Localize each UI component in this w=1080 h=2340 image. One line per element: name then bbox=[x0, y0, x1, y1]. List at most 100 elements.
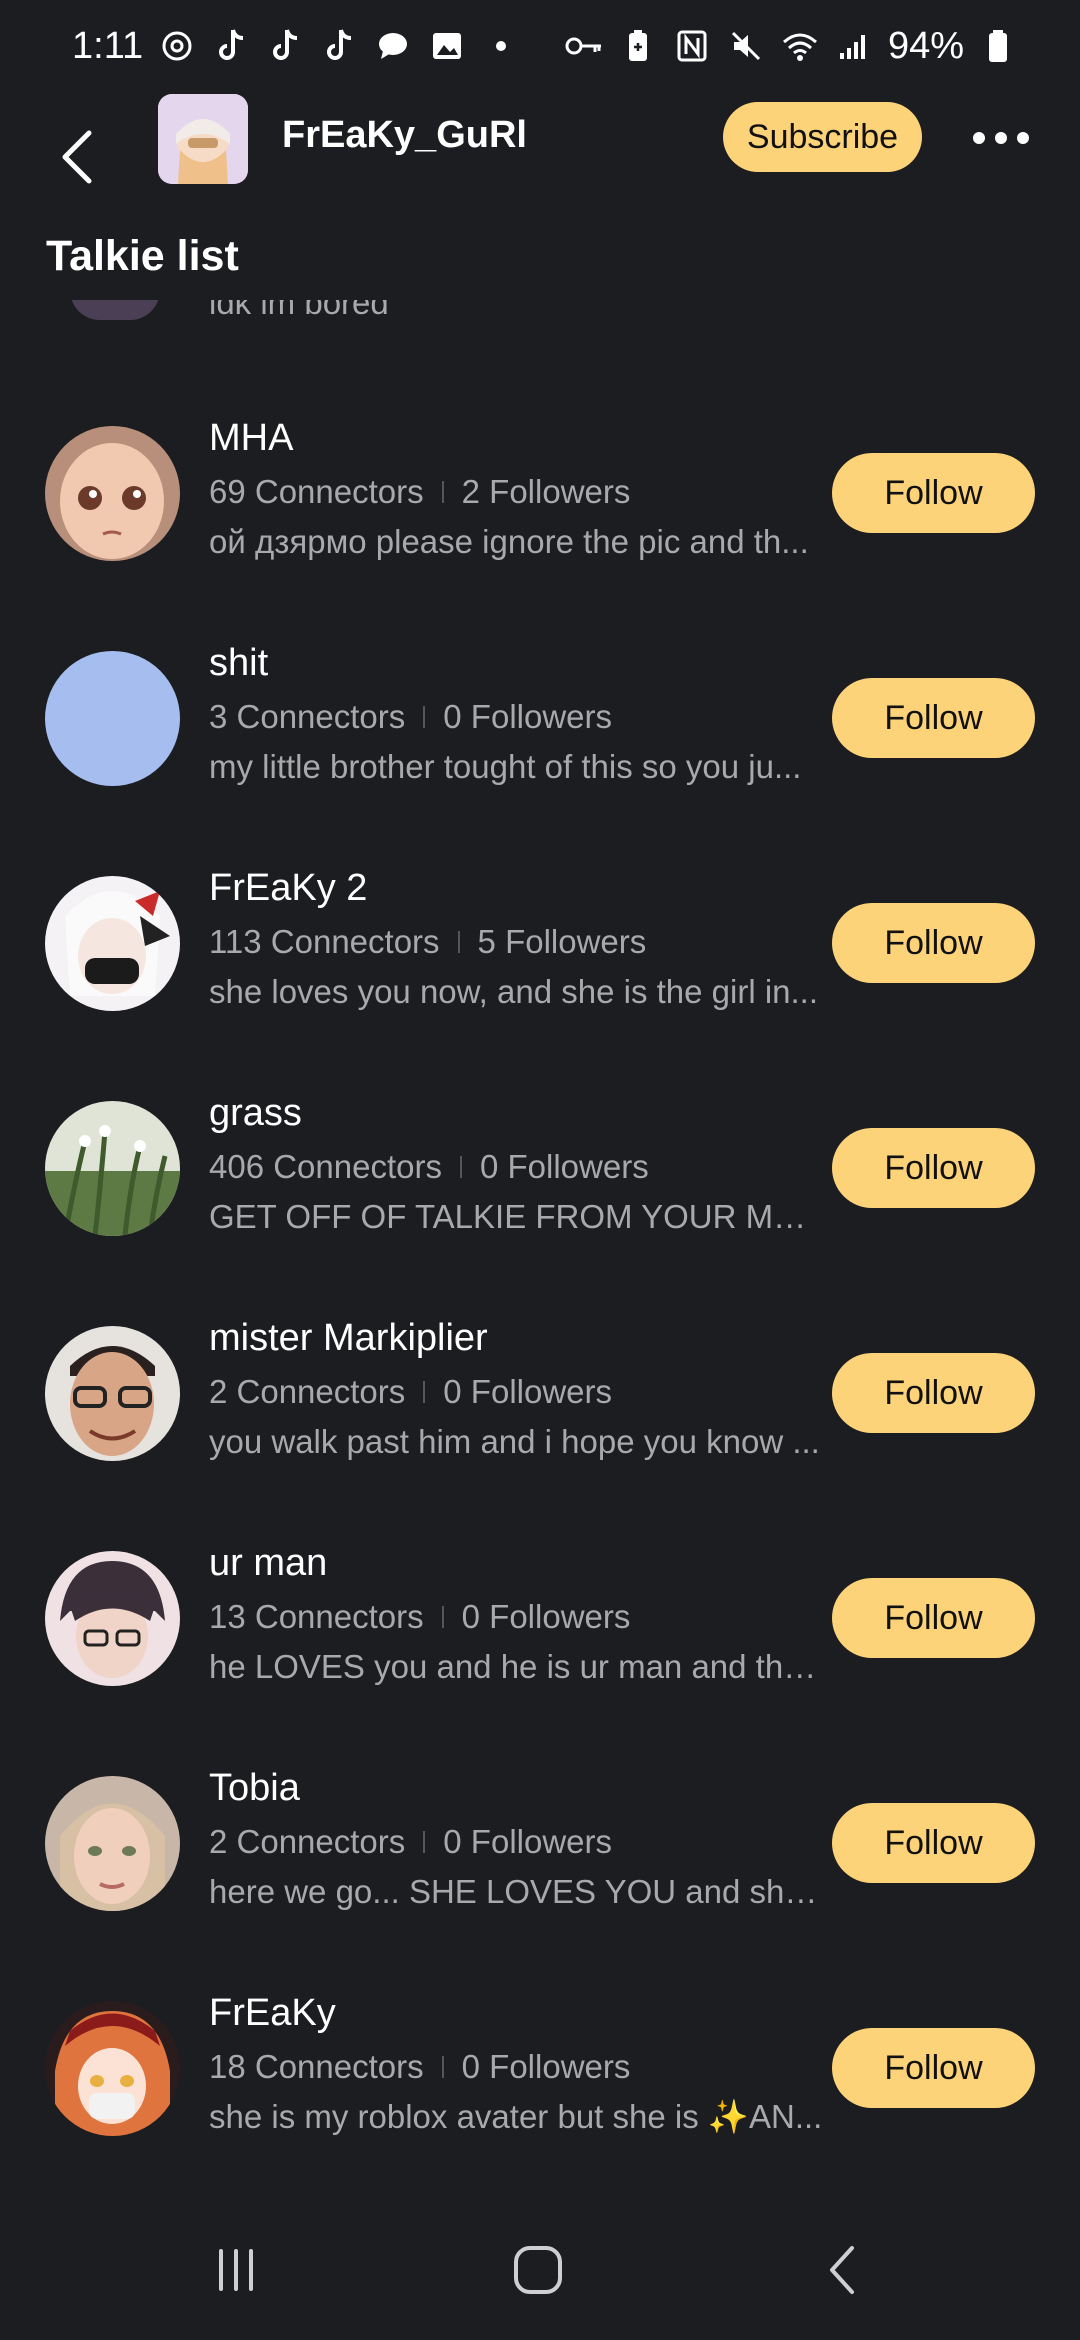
recents-button[interactable] bbox=[196, 2238, 276, 2302]
divider bbox=[459, 1156, 462, 1178]
avatar bbox=[45, 1101, 180, 1236]
list-item-name: MHA bbox=[209, 417, 294, 459]
divider bbox=[423, 1831, 426, 1853]
section-title: Talkie list bbox=[46, 232, 239, 280]
list-item-stats: 406 Connectors 0 Followers bbox=[209, 1148, 649, 1186]
system-nav-bar bbox=[0, 2200, 1080, 2340]
talkie-list: idk im bored MHA 69 Connectors 2 Followe… bbox=[0, 300, 1080, 2160]
avatar[interactable] bbox=[158, 94, 248, 184]
follow-button[interactable]: Follow bbox=[832, 1128, 1035, 1208]
list-item-desc: she loves you now, and she is the girl i… bbox=[209, 973, 819, 1010]
list-item-stats: 3 Connectors 0 Followers bbox=[209, 698, 612, 736]
list-item-partial[interactable]: idk im bored bbox=[0, 300, 1080, 330]
system-back-button[interactable] bbox=[802, 2238, 882, 2302]
follow-button[interactable]: Follow bbox=[832, 1578, 1035, 1658]
avatar bbox=[45, 426, 180, 561]
status-bar: 1:11 94% bbox=[0, 0, 1080, 92]
signal-icon bbox=[834, 26, 874, 66]
profile-name: FrEaKy_GuRl bbox=[282, 114, 527, 156]
chat-icon bbox=[373, 26, 413, 66]
connectors-count: 3 Connectors bbox=[209, 698, 406, 735]
list-item-desc: my little brother tought of this so you … bbox=[209, 748, 802, 785]
list-item-name: FrEaKy bbox=[209, 1992, 336, 2034]
chevron-left-icon bbox=[62, 130, 92, 184]
list-item[interactable]: FrEaKy 18 Connectors 0 Followers she is … bbox=[0, 1984, 1080, 2160]
list-item-stats: 2 Connectors 0 Followers bbox=[209, 1823, 612, 1861]
divider bbox=[457, 931, 460, 953]
avatar bbox=[45, 1326, 180, 1461]
list-item-name: FrEaKy 2 bbox=[209, 867, 368, 909]
follow-button[interactable]: Follow bbox=[832, 1353, 1035, 1433]
followers-count: 0 Followers bbox=[479, 1148, 649, 1185]
follow-button[interactable]: Follow bbox=[832, 453, 1035, 533]
threads-icon bbox=[157, 26, 197, 66]
avatar bbox=[45, 1551, 180, 1686]
follow-button[interactable]: Follow bbox=[832, 678, 1035, 758]
list-item[interactable]: MHA 69 Connectors 2 Followers ой дзярмо … bbox=[0, 409, 1080, 634]
connectors-count: 113 Connectors bbox=[209, 923, 440, 960]
list-item[interactable]: ur man 13 Connectors 0 Followers he LOVE… bbox=[0, 1534, 1080, 1759]
connectors-count: 2 Connectors bbox=[209, 1373, 406, 1410]
list-item-name: mister Markiplier bbox=[209, 1317, 488, 1359]
followers-count: 0 Followers bbox=[443, 698, 613, 735]
battery-icon bbox=[978, 26, 1018, 66]
more-dot bbox=[973, 132, 985, 144]
list-item[interactable]: Tobia 2 Connectors 0 Followers here we g… bbox=[0, 1759, 1080, 1984]
list-item-name: shit bbox=[209, 642, 269, 684]
followers-count: 2 Followers bbox=[461, 473, 631, 510]
follow-button[interactable]: Follow bbox=[832, 1803, 1035, 1883]
dot-icon bbox=[481, 26, 521, 66]
back-icon bbox=[830, 2246, 854, 2294]
list-item-name: ur man bbox=[209, 1542, 328, 1584]
back-button[interactable] bbox=[42, 122, 112, 192]
avatar bbox=[45, 651, 180, 786]
clock: 1:11 bbox=[72, 24, 144, 67]
followers-count: 0 Followers bbox=[443, 1823, 613, 1860]
more-options-button[interactable] bbox=[966, 110, 1036, 166]
followers-count: 0 Followers bbox=[443, 1373, 613, 1410]
list-item[interactable]: shit 3 Connectors 0 Followers my little … bbox=[0, 634, 1080, 859]
list-item-desc: ой дзярмо please ignore the pic and th..… bbox=[209, 523, 809, 560]
home-button[interactable] bbox=[498, 2238, 578, 2302]
avatar bbox=[45, 2001, 180, 2136]
connectors-count: 406 Connectors bbox=[209, 1148, 442, 1185]
list-item-name: grass bbox=[209, 1092, 302, 1134]
more-dot bbox=[995, 132, 1007, 144]
list-item-desc: idk im bored bbox=[209, 300, 389, 321]
divider bbox=[441, 2056, 444, 2078]
divider bbox=[423, 706, 426, 728]
divider bbox=[441, 481, 444, 503]
profile-header: FrEaKy_GuRl Subscribe bbox=[0, 92, 1080, 224]
followers-count: 0 Followers bbox=[461, 1598, 631, 1635]
list-item-desc: here we go... SHE LOVES YOU and she i... bbox=[209, 1873, 829, 1910]
connectors-count: 2 Connectors bbox=[209, 1823, 406, 1860]
key-icon bbox=[564, 26, 604, 66]
list-item-stats: 2 Connectors 0 Followers bbox=[209, 1373, 612, 1411]
list-item[interactable]: grass 406 Connectors 0 Followers GET OFF… bbox=[0, 1084, 1080, 1309]
list-item-desc: she is my roblox avater but she is ✨AN..… bbox=[209, 2098, 823, 2135]
recents-icon bbox=[219, 2249, 253, 2291]
avatar bbox=[45, 876, 180, 1011]
followers-count: 0 Followers bbox=[461, 2048, 631, 2085]
list-item-stats: 18 Connectors 0 Followers bbox=[209, 2048, 630, 2086]
follow-button[interactable]: Follow bbox=[832, 903, 1035, 983]
tiktok-icon bbox=[319, 26, 359, 66]
list-item[interactable]: FrEaKy 2 113 Connectors 5 Followers she … bbox=[0, 859, 1080, 1084]
tiktok-icon bbox=[265, 26, 305, 66]
subscribe-button[interactable]: Subscribe bbox=[723, 102, 922, 172]
list-item-stats: 69 Connectors 2 Followers bbox=[209, 473, 630, 511]
tiktok-icon bbox=[211, 26, 251, 66]
image-icon bbox=[427, 26, 467, 66]
list-item-stats: 13 Connectors 0 Followers bbox=[209, 1598, 630, 1636]
connectors-count: 13 Connectors bbox=[209, 1598, 424, 1635]
avatar bbox=[70, 300, 160, 320]
more-dot bbox=[1017, 132, 1029, 144]
list-item-desc: you walk past him and i hope you know ..… bbox=[209, 1423, 820, 1460]
list-item-name: Tobia bbox=[209, 1767, 300, 1809]
follow-button[interactable]: Follow bbox=[832, 2028, 1035, 2108]
list-item-desc: GET OFF OF TALKIE FROM YOUR MOM... bbox=[209, 1198, 829, 1235]
list-item[interactable]: mister Markiplier 2 Connectors 0 Followe… bbox=[0, 1309, 1080, 1534]
nfc-icon bbox=[672, 26, 712, 66]
status-left: 1:11 bbox=[72, 25, 521, 68]
connectors-count: 69 Connectors bbox=[209, 473, 424, 510]
